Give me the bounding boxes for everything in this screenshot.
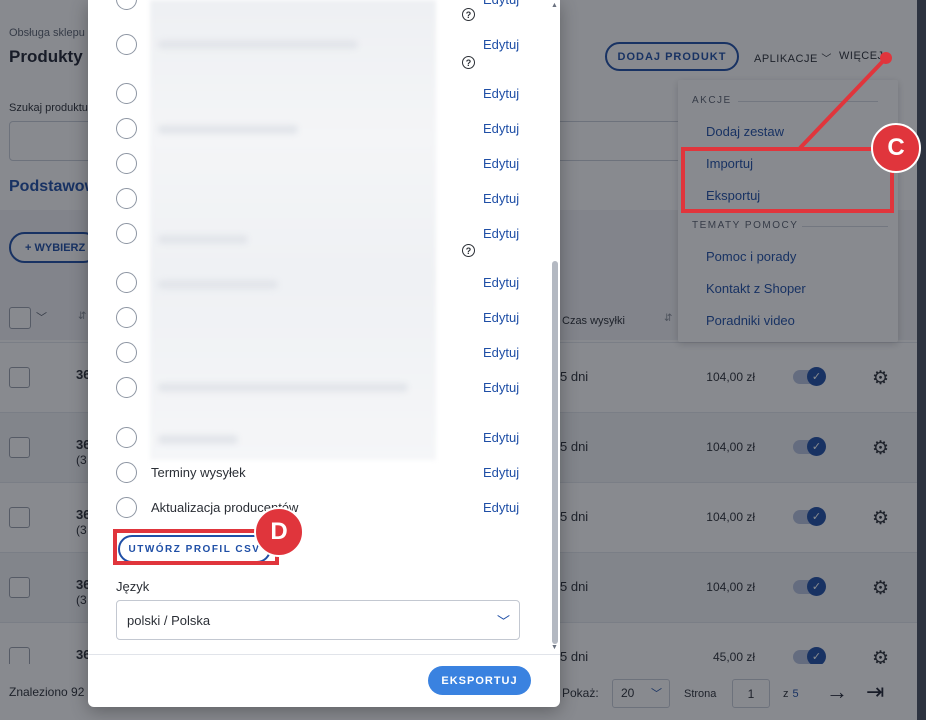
annotation-arrow (798, 52, 892, 150)
annotation-line (798, 56, 888, 150)
annotation-badge-d: D (254, 507, 304, 557)
highlight-import-export (681, 147, 894, 213)
annotation-badge-c: C (871, 123, 921, 173)
annotation-dot (880, 52, 892, 64)
